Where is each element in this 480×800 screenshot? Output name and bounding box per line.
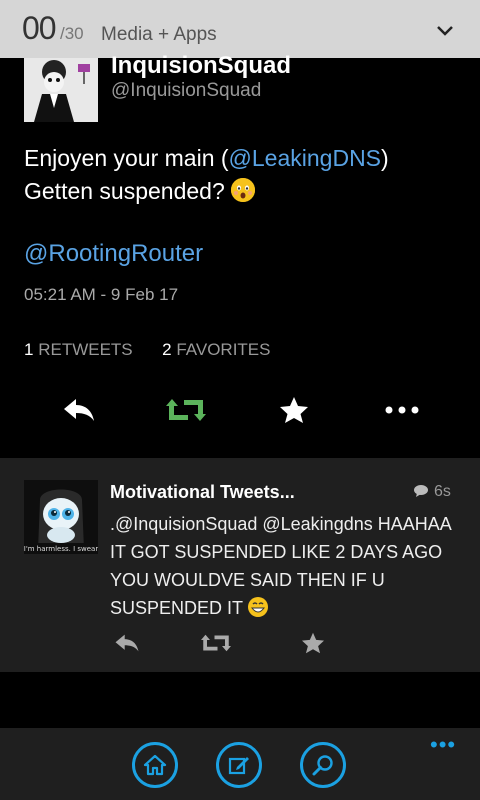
- app-bar-more[interactable]: •••: [430, 732, 456, 758]
- retweets-count: 1: [24, 340, 34, 359]
- avatar[interactable]: [24, 58, 98, 122]
- retweet-icon[interactable]: [201, 628, 231, 658]
- unread-count: 00: [22, 10, 57, 46]
- unread-total: /30: [60, 24, 84, 43]
- timestamp: 05:21 AM - 9 Feb 17: [24, 285, 179, 304]
- home-icon[interactable]: [132, 742, 178, 788]
- astonished-face-emoji-icon: [231, 178, 256, 202]
- favorites-label: FAVORITES: [176, 340, 271, 359]
- section-title: Media + Apps: [101, 24, 217, 45]
- chevron-down-icon[interactable]: [436, 24, 454, 42]
- search-icon[interactable]: [300, 742, 346, 788]
- app-bar: •••: [0, 728, 480, 800]
- favorites-count: 2: [162, 340, 172, 359]
- main-tweet: InquisionSquad @InquisionSquad Enjoyen y…: [0, 52, 480, 458]
- handle[interactable]: @InquisionSquad: [111, 80, 261, 102]
- grinning-face-emoji-icon: [247, 597, 268, 617]
- mention-link[interactable]: @RootingRouter: [24, 240, 203, 268]
- more-icon[interactable]: [382, 390, 422, 430]
- reply-time-label: 6s: [434, 483, 451, 500]
- reply-icon[interactable]: [59, 390, 99, 430]
- favorite-icon[interactable]: [298, 628, 328, 658]
- reply-time: 6s: [414, 483, 451, 501]
- tweet-text-part: Enjoyen your main (: [24, 145, 229, 171]
- avatar[interactable]: I'm harmless. I swear: [24, 480, 98, 554]
- avatar-caption: I'm harmless. I swear: [24, 545, 98, 553]
- comment-icon: [414, 485, 428, 497]
- status-header[interactable]: 00 /30 Media + Apps: [0, 0, 480, 58]
- tweet-actions: [0, 390, 480, 430]
- reply-text: .@InquisionSquad @Leakingdns HAAHAA IT G…: [110, 510, 465, 622]
- tweet-stats: 1 RETWEETS 2 FAVORITES: [24, 340, 270, 360]
- tweet-text-line2: Getten suspended?: [24, 178, 225, 204]
- tweet-text: Enjoyen your main (@LeakingDNS) Getten s…: [24, 142, 464, 208]
- reply-text-body: .@InquisionSquad @Leakingdns HAAHAA IT G…: [110, 514, 451, 618]
- retweets-label: RETWEETS: [38, 340, 133, 359]
- favorite-icon[interactable]: [274, 390, 314, 430]
- reply-tweet[interactable]: I'm harmless. I swear Motivational Tweet…: [0, 458, 480, 672]
- reply-icon[interactable]: [112, 628, 142, 658]
- reply-actions: [0, 628, 480, 658]
- reply-display-name[interactable]: Motivational Tweets...: [110, 482, 295, 503]
- display-name[interactable]: InquisionSquad: [111, 52, 291, 80]
- mention-link[interactable]: @LeakingDNS: [229, 145, 381, 171]
- retweet-icon[interactable]: [166, 390, 206, 430]
- compose-icon[interactable]: [216, 742, 262, 788]
- tweet-text-part: ): [381, 145, 389, 171]
